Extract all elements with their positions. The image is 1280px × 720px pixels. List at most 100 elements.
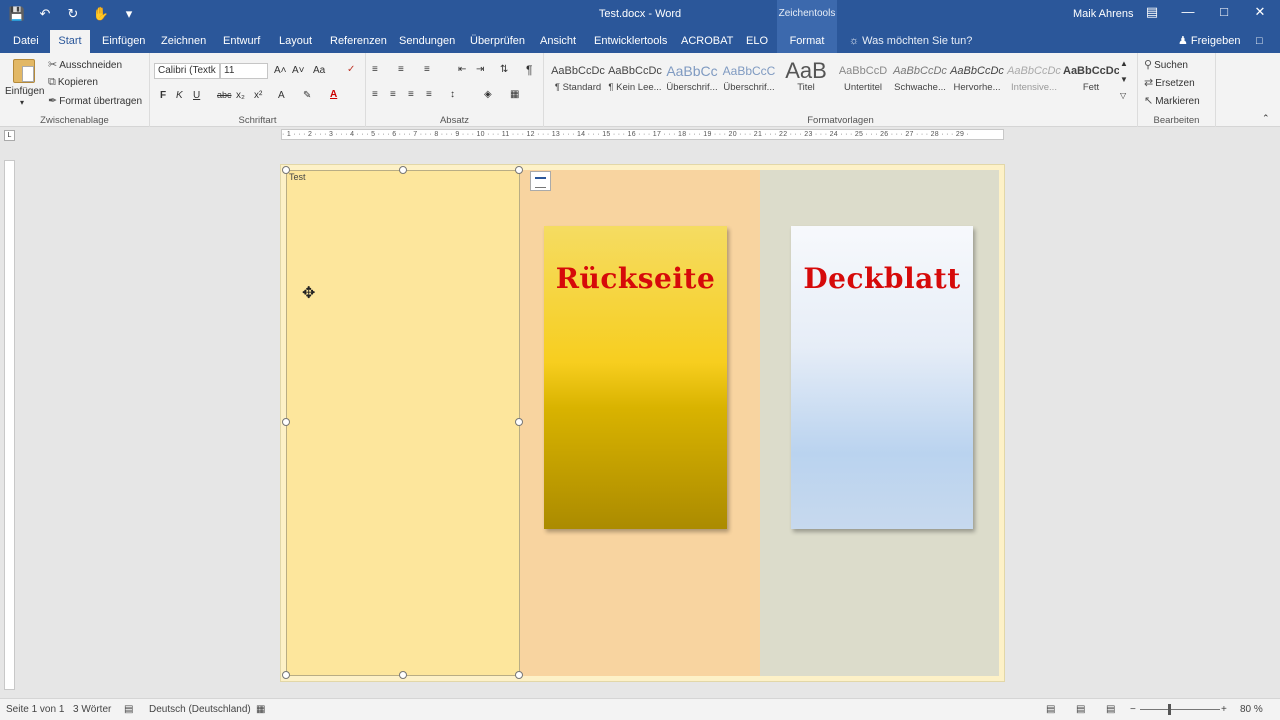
show-formatting-button[interactable]: ¶ — [526, 63, 532, 77]
strikethrough-button[interactable]: abc — [217, 90, 232, 100]
multilevel-list-icon[interactable]: ≡ — [424, 64, 430, 75]
font-size-field[interactable]: 11 — [220, 63, 268, 79]
tab-view[interactable]: Ansicht — [534, 30, 582, 53]
style-heading-2[interactable]: AaBbCcC Überschrif... — [721, 61, 777, 103]
underline-button[interactable]: U — [193, 90, 200, 101]
align-center-icon[interactable]: ≡ — [390, 89, 396, 100]
tab-draw[interactable]: Zeichnen — [155, 30, 212, 53]
bold-button[interactable]: F — [160, 90, 166, 101]
print-layout-icon[interactable]: ▤ — [1076, 704, 1085, 715]
selected-shape[interactable] — [286, 170, 520, 676]
collapse-ribbon-icon[interactable]: ⌃ — [1262, 113, 1270, 124]
italic-button[interactable]: K — [176, 90, 183, 101]
minimize-icon[interactable]: — — [1177, 4, 1199, 19]
tab-start[interactable]: Start — [50, 30, 90, 53]
tab-layout[interactable]: Layout — [273, 30, 318, 53]
paste-dropdown-icon[interactable]: ▾ — [20, 98, 24, 107]
proofing-icon[interactable]: ▤ — [124, 704, 133, 715]
text-effects-icon[interactable]: A — [278, 90, 285, 101]
shading-icon[interactable]: ◈ — [484, 89, 492, 100]
decrease-indent-icon[interactable]: ⇤ — [458, 64, 466, 75]
paste-icon[interactable] — [13, 59, 35, 83]
back-cover-card[interactable]: Rückseite — [544, 226, 727, 529]
superscript-button[interactable]: x² — [254, 90, 262, 101]
share-button[interactable]: ♟ Freigeben — [1178, 30, 1240, 53]
tab-elo[interactable]: ELO — [740, 30, 774, 53]
tab-mailings[interactable]: Sendungen — [393, 30, 461, 53]
close-icon[interactable]: ✕ — [1249, 4, 1271, 20]
bullets-icon[interactable]: ≡ — [372, 64, 378, 75]
sort-icon[interactable]: ⇅ — [500, 64, 508, 75]
style-subtle-emphasis[interactable]: AaBbCcDc Schwache... — [892, 61, 948, 103]
zoom-slider-thumb[interactable] — [1168, 704, 1171, 715]
borders-icon[interactable]: ▦ — [510, 89, 519, 100]
tab-references[interactable]: Referenzen — [324, 30, 393, 53]
comments-icon[interactable]: □ — [1250, 30, 1269, 53]
numbering-icon[interactable]: ≡ — [398, 64, 404, 75]
style-strong[interactable]: AaBbCcDc Fett — [1063, 61, 1119, 103]
shrink-font-button[interactable]: A˅ — [292, 65, 305, 76]
line-spacing-icon[interactable]: ↕ — [450, 89, 455, 100]
resize-handle-tl[interactable] — [282, 166, 290, 174]
style-standard[interactable]: AaBbCcDc ¶ Standard — [550, 61, 606, 103]
style-emphasis[interactable]: AaBbCcDc Hervorhe... — [949, 61, 1005, 103]
zoom-slider[interactable] — [1140, 709, 1220, 710]
macro-icon[interactable]: ▦ — [256, 704, 265, 715]
style-intense-emphasis[interactable]: AaBbCcDc Intensive... — [1006, 61, 1062, 103]
align-right-icon[interactable]: ≡ — [408, 89, 414, 100]
front-cover-card[interactable]: Deckblatt — [791, 226, 973, 529]
word-count[interactable]: 3 Wörter — [73, 704, 111, 715]
tab-acrobat[interactable]: ACROBAT — [675, 30, 739, 53]
zoom-in-icon[interactable]: + — [1221, 704, 1227, 715]
resize-handle-t[interactable] — [399, 166, 407, 174]
tab-design[interactable]: Entwurf — [217, 30, 266, 53]
tab-file[interactable]: Datei — [7, 30, 45, 53]
tab-review[interactable]: Überprüfen — [464, 30, 531, 53]
user-name[interactable]: Maik Ahrens — [1073, 8, 1134, 20]
style-heading-1[interactable]: AaBbCc Überschrif... — [664, 61, 720, 103]
align-left-icon[interactable]: ≡ — [372, 89, 378, 100]
tab-selector[interactable]: L — [4, 130, 15, 141]
select-button[interactable]: ↖ Markieren — [1144, 94, 1200, 107]
style-subtitle[interactable]: AaBbCcD Untertitel — [835, 61, 891, 103]
paste-button[interactable]: Einfügen — [5, 86, 44, 97]
copy-button[interactable]: ⧉ Kopieren — [48, 76, 98, 89]
highlight-icon[interactable]: ✎ — [303, 90, 311, 101]
page-count[interactable]: Seite 1 von 1 — [6, 704, 64, 715]
justify-icon[interactable]: ≡ — [426, 89, 432, 100]
clear-format-icon[interactable]: ✓ — [347, 64, 355, 75]
read-mode-icon[interactable]: ▤ — [1046, 704, 1055, 715]
maximize-icon[interactable]: □ — [1213, 4, 1235, 19]
find-button[interactable]: ⚲ Suchen — [1144, 58, 1188, 71]
subscript-button[interactable]: x₂ — [236, 90, 245, 101]
resize-handle-r[interactable] — [515, 418, 523, 426]
web-layout-icon[interactable]: ▤ — [1106, 704, 1115, 715]
styles-more-icon[interactable]: ▽ — [1120, 91, 1126, 100]
style-title[interactable]: AaB Titel — [778, 61, 834, 103]
style-no-spacing[interactable]: AaBbCcDc ¶ Kein Lee... — [607, 61, 663, 103]
horizontal-ruler[interactable]: · 1 · · · 2 · · · 3 · · · 4 · · · 5 · · … — [281, 129, 1004, 140]
vertical-ruler[interactable] — [4, 160, 15, 690]
resize-handle-tr[interactable] — [515, 166, 523, 174]
resize-handle-bl[interactable] — [282, 671, 290, 679]
change-case-button[interactable]: Aa — [313, 65, 325, 76]
cut-button[interactable]: ✂ Ausschneiden — [48, 58, 122, 71]
language[interactable]: Deutsch (Deutschland) — [149, 704, 251, 715]
resize-handle-br[interactable] — [515, 671, 523, 679]
resize-handle-b[interactable] — [399, 671, 407, 679]
tell-me-search[interactable]: ☼ Was möchten Sie tun? — [849, 30, 972, 53]
grow-font-button[interactable]: A˄ — [274, 65, 287, 76]
replace-button[interactable]: ⇄ Ersetzen — [1144, 76, 1195, 89]
zoom-out-icon[interactable]: − — [1130, 704, 1136, 715]
resize-handle-l[interactable] — [282, 418, 290, 426]
layout-options-icon[interactable] — [530, 171, 551, 191]
increase-indent-icon[interactable]: ⇥ — [476, 64, 484, 75]
styles-scroll-up-icon[interactable]: ▲ — [1120, 59, 1128, 68]
ribbon-display-icon[interactable]: ▤ — [1141, 4, 1163, 20]
format-painter-button[interactable]: ✒ Format übertragen — [48, 94, 142, 107]
tab-format[interactable]: Format — [777, 30, 837, 53]
font-name-field[interactable]: Calibri (Textk — [154, 63, 220, 79]
zoom-level[interactable]: 80 % — [1240, 704, 1263, 715]
tab-developer[interactable]: Entwicklertools — [588, 30, 673, 53]
tab-insert[interactable]: Einfügen — [96, 30, 151, 53]
